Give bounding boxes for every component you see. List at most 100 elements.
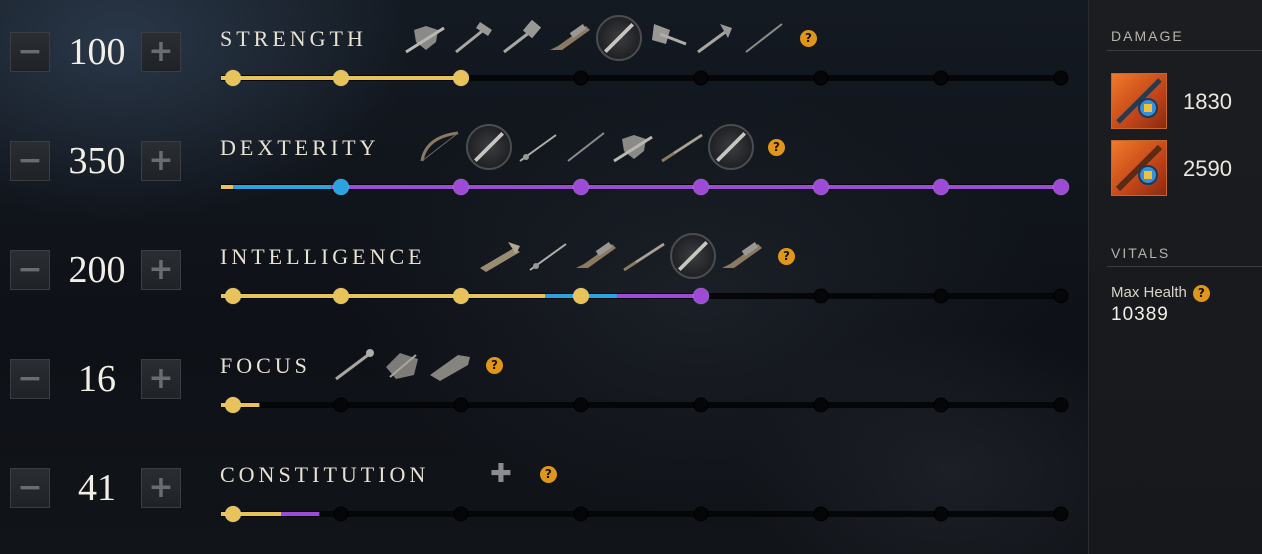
damage-heading: DAMAGE: [1111, 28, 1184, 44]
great-hammer-icon: [503, 20, 542, 54]
intelligence-progress-svg: [221, 287, 1069, 305]
constitution-help-icon[interactable]: ?: [539, 465, 557, 483]
focus-help-icon[interactable]: ?: [486, 356, 503, 374]
dexterity-fill-segment: [233, 185, 332, 189]
strength-value: 100: [68, 31, 126, 73]
stats-sidebar: DAMAGE 1830 2590 VITALS Max Health? 1038…: [1088, 0, 1262, 554]
attribute-row-focus: − 16 + FOCUS ?: [0, 327, 1085, 427]
strength-progress-svg: [221, 69, 1069, 87]
focus-value: 16: [78, 358, 116, 400]
focus-milestone-dot: [333, 397, 349, 413]
intelligence-fill-segment: [617, 294, 701, 298]
damage-divider: [1107, 50, 1262, 51]
constitution-decrease-button[interactable]: −: [10, 468, 50, 508]
focus-progress-track: [221, 395, 1069, 414]
dexterity-progress-track: [221, 177, 1070, 196]
constitution-progress-track: [221, 504, 1069, 523]
strength-decrease-button[interactable]: −: [10, 32, 50, 72]
constitution-label: CONSTITUTION: [220, 462, 430, 487]
blunderbuss-icon: [550, 23, 590, 50]
focus-increase-button[interactable]: +: [141, 359, 181, 399]
focus-progress-svg: [221, 396, 1069, 414]
focus-milestone-dot: [573, 397, 589, 413]
damage-entry-bow: 2590: [1111, 140, 1261, 196]
minus-icon: −: [17, 34, 43, 69]
minus-icon: −: [17, 470, 43, 505]
intelligence-milestone-dot: [572, 287, 590, 305]
dexterity-fill-segment: [221, 185, 233, 189]
focus-label: FOCUS: [220, 353, 311, 378]
intelligence-milestone-dot: [224, 287, 242, 305]
strength-milestone-dot: [332, 69, 350, 87]
great-sword-icon: [670, 233, 716, 279]
life-staff-icon: [335, 349, 374, 381]
focus-milestone-dot: [1053, 397, 1069, 413]
dexterity-milestone-dot: [452, 178, 470, 196]
constitution-milestone-dot: [813, 506, 829, 522]
damage-entry-musket: 1830: [1111, 73, 1261, 129]
constitution-milestone-dot: [333, 506, 349, 522]
intelligence-milestone-dot: [332, 287, 350, 305]
max-health-label-text: Max Health: [1111, 284, 1187, 301]
intelligence-label: INTELLIGENCE: [220, 244, 426, 269]
constitution-value: 41: [78, 467, 116, 509]
bow-weapon-icon: [1111, 140, 1167, 196]
blunderbuss-icon: [722, 241, 762, 268]
strength-milestone-dot: [693, 70, 709, 86]
plus-icon: +: [148, 470, 174, 505]
void-gauntlet-icon: [430, 355, 470, 381]
minus-icon: −: [17, 361, 43, 396]
strength-milestone-dot: [573, 70, 589, 86]
vitals-divider: [1107, 266, 1262, 267]
sword-and-shield-icon: [405, 26, 445, 54]
constitution-increase-button[interactable]: +: [141, 468, 181, 508]
intelligence-progress-track: [221, 286, 1069, 305]
great-sword-icon: [466, 124, 512, 170]
great-sword-icon: [708, 124, 754, 170]
dexterity-milestone-dot: [692, 178, 710, 196]
strength-help-icon[interactable]: ?: [800, 29, 817, 47]
focus-milestone-dot: [224, 396, 242, 414]
focus-weapon-list: ?: [332, 345, 503, 385]
intelligence-decrease-button[interactable]: −: [10, 250, 50, 290]
dexterity-label: DEXTERITY: [220, 135, 380, 160]
spear-icon: [567, 132, 605, 162]
constitution-milestone-dot: [573, 506, 589, 522]
intelligence-increase-button[interactable]: +: [141, 250, 181, 290]
max-health-help-icon[interactable]: ?: [1192, 284, 1210, 302]
constitution-icon-list: ✚ ?: [484, 454, 557, 494]
strength-milestone-dot: [452, 69, 470, 87]
dexterity-help-icon[interactable]: ?: [768, 138, 785, 156]
blunderbuss-icon: [576, 241, 616, 268]
dexterity-increase-button[interactable]: +: [141, 141, 181, 181]
strength-milestone-dot: [933, 70, 949, 86]
minus-icon: −: [17, 252, 43, 287]
constitution-milestone-dot: [1053, 506, 1069, 522]
focus-decrease-button[interactable]: −: [10, 359, 50, 399]
great-sword-icon: [596, 15, 642, 61]
attribute-row-dexterity: − 350 + DEXTERITY ?: [0, 109, 1085, 209]
hatchet-icon: [697, 24, 732, 54]
dexterity-weapon-list: ?: [418, 124, 785, 170]
war-hammer-icon: [455, 22, 492, 54]
dexterity-milestone-dot: [572, 178, 590, 196]
strength-milestone-dot: [1053, 70, 1069, 86]
focus-milestone-dot: [693, 397, 709, 413]
strength-label: STRENGTH: [220, 26, 367, 51]
strength-increase-button[interactable]: +: [141, 32, 181, 72]
dexterity-milestone-dot: [932, 178, 950, 196]
constitution-milestone-dot: [693, 506, 709, 522]
sword-and-shield-icon: [613, 135, 653, 163]
intelligence-milestone-dot: [692, 287, 710, 305]
strength-progress-track: [221, 68, 1069, 87]
ice-gauntlet-icon: [386, 353, 418, 379]
attribute-row-constitution: − 41 + CONSTITUTION ✚ ?: [0, 436, 1085, 536]
bow-icon: [420, 131, 459, 162]
intelligence-help-icon[interactable]: ?: [778, 247, 795, 265]
intelligence-fill-segment: [221, 294, 545, 298]
max-health-label: Max Health?: [1111, 284, 1210, 302]
focus-milestone-dot: [813, 397, 829, 413]
attribute-row-intelligence: − 200 + INTELLIGENCE ?: [0, 218, 1085, 318]
dexterity-decrease-button[interactable]: −: [10, 141, 50, 181]
strength-weapon-list: ?: [404, 15, 817, 61]
